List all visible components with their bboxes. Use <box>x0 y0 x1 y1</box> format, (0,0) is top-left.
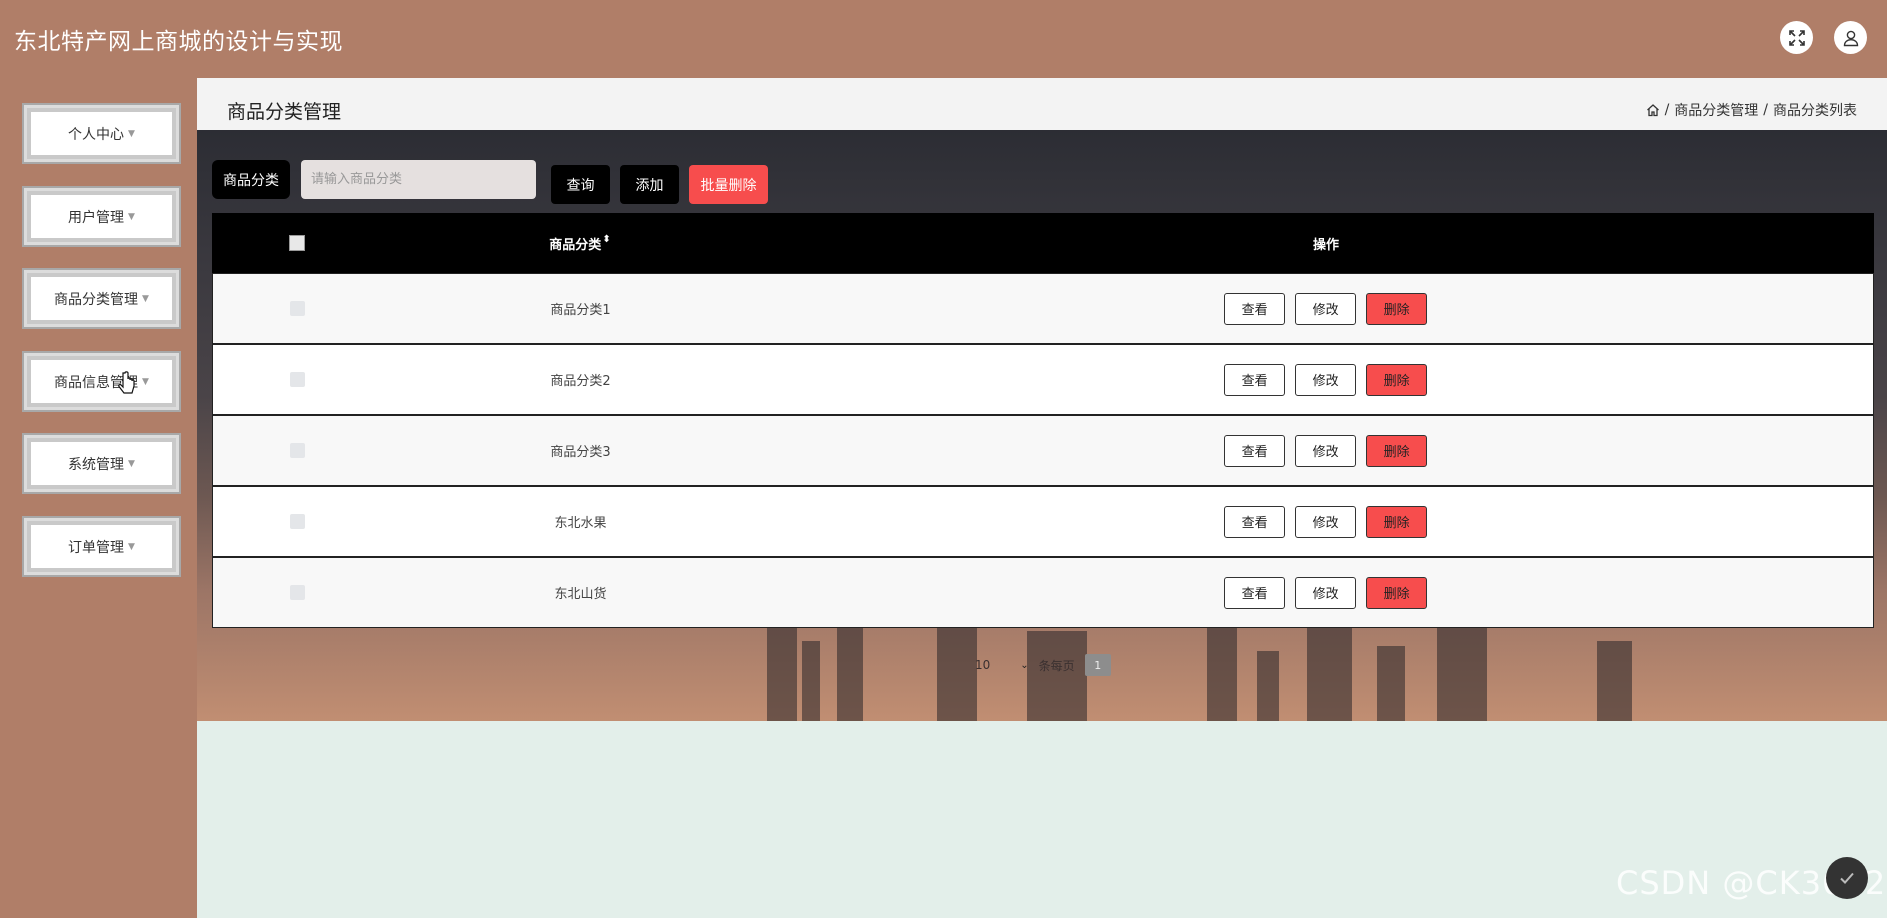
edit-button[interactable]: 修改 <box>1295 363 1357 396</box>
caret-down-icon: ▼ <box>142 293 149 304</box>
table-header: 商品分类 ⬍ 操作 <box>212 213 1874 273</box>
delete-button[interactable]: 删除 <box>1366 292 1428 325</box>
table-row: 商品分类3 查看 修改 删除 <box>212 415 1874 486</box>
column-header-actions: 操作 <box>1312 237 1339 253</box>
category-name-cell: 东北山货 <box>554 587 607 602</box>
edit-button[interactable]: 修改 <box>1295 292 1357 325</box>
sidebar-item-label: 商品分类管理 <box>54 291 139 308</box>
sidebar-item-label: 订单管理 <box>68 539 125 556</box>
per-page-label: 条每页 <box>1038 658 1075 673</box>
user-icon <box>1843 30 1858 46</box>
sidebar-item-order-management[interactable]: 订单管理 ▼ <box>22 516 181 577</box>
view-button[interactable]: 查看 <box>1224 576 1286 609</box>
breadcrumb-sep: / <box>1763 102 1768 118</box>
search-label: 商品分类 <box>212 160 290 199</box>
page-number-current[interactable]: 1 <box>1084 654 1111 676</box>
row-checkbox[interactable] <box>290 585 306 600</box>
chevron-down-icon: ⌄ <box>1020 659 1029 671</box>
add-button[interactable]: 添加 <box>620 165 679 204</box>
fullscreen-button[interactable] <box>1780 21 1813 54</box>
category-name-cell: 东北水果 <box>554 516 607 531</box>
floating-action-button[interactable] <box>1826 857 1868 899</box>
edit-button[interactable]: 修改 <box>1295 434 1357 467</box>
query-button[interactable]: 查询 <box>551 165 610 204</box>
pagination: 10 ⌄ 条每页 1 <box>975 654 1111 676</box>
sidebar-item-system-management[interactable]: 系统管理 ▼ <box>22 433 181 494</box>
select-all-checkbox[interactable] <box>289 235 305 251</box>
category-name-cell: 商品分类2 <box>550 374 611 389</box>
caret-down-icon: ▼ <box>128 541 135 552</box>
sidebar-item-product-management[interactable]: 商品信息管理 ▼ <box>22 351 181 412</box>
sidebar: 个人中心 ▼ 用户管理 ▼ 商品分类管理 ▼ 商品信息管理 ▼ 系统管理 ▼ 订单管理 ▼ <box>0 78 197 918</box>
breadcrumb: / 商品分类管理 / 商品分类列表 <box>1646 100 1857 120</box>
mouse-cursor-icon <box>118 371 135 394</box>
table-row: 东北山货 查看 修改 删除 <box>212 557 1874 628</box>
table-row: 商品分类2 查看 修改 删除 <box>212 344 1874 415</box>
caret-down-icon: ▼ <box>128 211 135 222</box>
delete-button[interactable]: 删除 <box>1366 434 1428 467</box>
category-name-cell: 商品分类1 <box>550 303 611 318</box>
home-icon[interactable] <box>1646 103 1660 117</box>
check-icon <box>1840 872 1854 884</box>
sidebar-item-personal-center[interactable]: 个人中心 ▼ <box>22 103 181 164</box>
delete-button[interactable]: 删除 <box>1366 363 1428 396</box>
row-checkbox[interactable] <box>290 372 306 387</box>
row-checkbox[interactable] <box>290 514 306 529</box>
sidebar-item-label: 个人中心 <box>68 126 125 143</box>
delete-button[interactable]: 删除 <box>1366 576 1428 609</box>
top-header: 东北特产网上商城的设计与实现 <box>0 0 1887 78</box>
category-table: 商品分类 ⬍ 操作 商品分类1 查看 修改 删除 商品分类2 查看 修改 删除 商… <box>212 213 1874 628</box>
search-input[interactable] <box>301 160 536 199</box>
edit-button[interactable]: 修改 <box>1295 576 1357 609</box>
category-name-cell: 商品分类3 <box>550 445 611 460</box>
page-header: 商品分类管理 / 商品分类管理 / 商品分类列表 <box>197 78 1887 130</box>
breadcrumb-item-category-management[interactable]: 商品分类管理 <box>1674 100 1758 120</box>
breadcrumb-sep: / <box>1664 102 1670 118</box>
app-title: 东北特产网上商城的设计与实现 <box>14 29 343 55</box>
sidebar-item-user-management[interactable]: 用户管理 ▼ <box>22 186 181 247</box>
view-button[interactable]: 查看 <box>1224 505 1286 538</box>
sidebar-item-category-management[interactable]: 商品分类管理 ▼ <box>22 268 181 329</box>
row-checkbox[interactable] <box>290 443 306 458</box>
breadcrumb-item-category-list: 商品分类列表 <box>1773 103 1857 119</box>
view-button[interactable]: 查看 <box>1224 292 1286 325</box>
batch-delete-button[interactable]: 批量删除 <box>689 165 768 204</box>
sidebar-item-label: 用户管理 <box>68 209 125 226</box>
sidebar-item-label: 系统管理 <box>68 456 125 473</box>
edit-button[interactable]: 修改 <box>1295 505 1357 538</box>
user-avatar-button[interactable] <box>1834 21 1867 54</box>
table-row: 东北水果 查看 修改 删除 <box>212 486 1874 557</box>
column-header-category[interactable]: 商品分类 ⬍ <box>382 234 778 253</box>
page-size-value: 10 <box>975 658 991 672</box>
caret-down-icon: ▼ <box>128 458 135 469</box>
row-checkbox[interactable] <box>290 301 306 316</box>
sort-icon[interactable]: ⬍ <box>602 234 610 253</box>
page-size-select[interactable]: 10 ⌄ <box>975 658 1029 672</box>
caret-down-icon: ▼ <box>128 128 135 139</box>
page-title: 商品分类管理 <box>227 101 342 123</box>
caret-down-icon: ▼ <box>142 376 149 387</box>
table-row: 商品分类1 查看 修改 删除 <box>212 273 1874 344</box>
view-button[interactable]: 查看 <box>1224 363 1286 396</box>
fullscreen-icon <box>1788 29 1805 46</box>
view-button[interactable]: 查看 <box>1224 434 1286 467</box>
delete-button[interactable]: 删除 <box>1366 505 1428 538</box>
